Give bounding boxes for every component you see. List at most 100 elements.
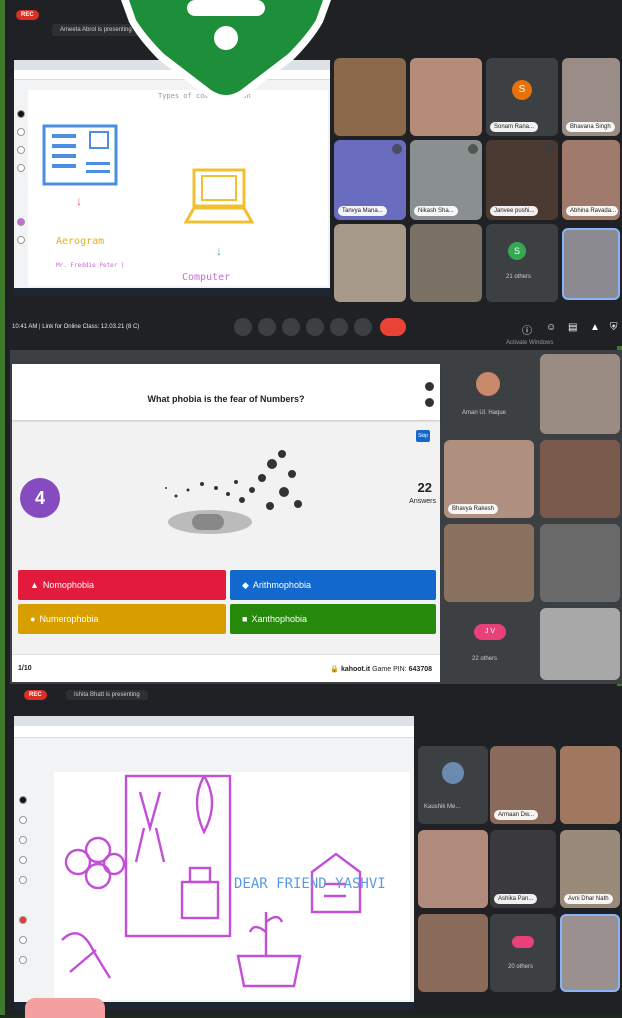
mic-off-icon bbox=[468, 144, 478, 154]
diamond-icon: ◆ bbox=[242, 579, 249, 590]
participant-tile[interactable]: Bhavana Singh bbox=[562, 58, 620, 136]
participant-tile[interactable]: Avni Dhar Nath bbox=[560, 830, 620, 908]
computer-drawing bbox=[184, 168, 254, 224]
text-tool-icon[interactable] bbox=[19, 876, 27, 884]
participant-tile[interactable] bbox=[540, 524, 620, 602]
raise-hand-button[interactable] bbox=[306, 318, 324, 336]
sticker-corner bbox=[25, 998, 105, 1018]
shape-tool-icon[interactable] bbox=[19, 856, 27, 864]
answers-count: 22 bbox=[417, 480, 432, 495]
timer-circle: 4 bbox=[20, 478, 60, 518]
eraser-tool-icon[interactable] bbox=[17, 146, 25, 154]
slide-label-left: Aerogram bbox=[56, 236, 105, 247]
avatar-group bbox=[512, 936, 534, 948]
others-tile[interactable]: 20 others bbox=[490, 914, 556, 992]
skip-button[interactable]: Skip bbox=[416, 430, 430, 442]
collage-frame: REC Ameeta Abrol is presenting Types of … bbox=[0, 0, 622, 1018]
avatar-group: J V bbox=[474, 624, 506, 640]
marker-tool-icon[interactable] bbox=[17, 128, 25, 136]
question-text: What phobia is the fear of Numbers? bbox=[147, 394, 305, 404]
self-view-tile[interactable] bbox=[562, 228, 620, 300]
others-count: 22 others bbox=[472, 656, 498, 662]
color-tool-icon[interactable] bbox=[19, 916, 27, 924]
participant-tile[interactable] bbox=[540, 608, 620, 680]
participant-name: Aman Ul. Haque bbox=[462, 410, 507, 416]
participant-tile[interactable]: Armaan Dw... bbox=[490, 746, 556, 824]
participant-tile[interactable]: Bhavya Rakesh bbox=[444, 440, 534, 518]
participant-tile[interactable] bbox=[418, 914, 488, 992]
answer-option-blue[interactable]: ◆ Arithmophobia bbox=[230, 570, 436, 600]
sound-icon[interactable] bbox=[425, 382, 434, 391]
slide-label-right: Computer bbox=[182, 272, 231, 283]
activities-icon[interactable]: ▲ bbox=[590, 322, 600, 333]
camera-button[interactable] bbox=[258, 318, 276, 336]
others-tile[interactable]: S 21 others bbox=[486, 224, 558, 302]
avatar bbox=[476, 372, 500, 396]
pen-toolbar bbox=[18, 796, 28, 996]
self-view-tile[interactable] bbox=[560, 914, 620, 992]
rec-badge: REC bbox=[24, 690, 47, 700]
participant-tile[interactable] bbox=[410, 58, 482, 136]
answer-option-yellow[interactable]: ● Numerophobia bbox=[18, 604, 226, 634]
others-tile[interactable]: J V 22 others bbox=[444, 608, 534, 680]
square-icon: ■ bbox=[242, 614, 248, 624]
pen-tool-icon[interactable] bbox=[17, 110, 25, 118]
windows-taskbar bbox=[14, 288, 330, 296]
pen-tool-icon[interactable] bbox=[19, 796, 27, 804]
participant-tile[interactable] bbox=[540, 440, 620, 518]
more-options-button[interactable] bbox=[354, 318, 372, 336]
mic-off-icon bbox=[544, 144, 554, 154]
browser-tab-bar bbox=[14, 716, 414, 726]
participant-tile[interactable]: Tanvya Mana... bbox=[334, 140, 406, 220]
kahoot-screen: What phobia is the fear of Numbers? 4 22… bbox=[12, 364, 440, 682]
others-count: 20 others bbox=[508, 964, 534, 970]
participant-tile[interactable]: Kaushik Me... bbox=[418, 746, 488, 824]
host-controls-icon[interactable]: ⛨ bbox=[610, 322, 618, 333]
numbers-image bbox=[165, 450, 302, 534]
participant-tile[interactable] bbox=[410, 224, 482, 302]
participant-tile[interactable] bbox=[444, 524, 534, 602]
redo-tool-icon[interactable] bbox=[19, 956, 27, 964]
eraser-tool-icon[interactable] bbox=[19, 836, 27, 844]
answer-option-green[interactable]: ■ Xanthophobia bbox=[230, 604, 436, 634]
marker-tool-icon[interactable] bbox=[19, 816, 27, 824]
participant-tile[interactable] bbox=[540, 354, 620, 434]
participant-tile[interactable]: Aman Ul. Haque bbox=[444, 354, 534, 434]
arrow-down-left: ↓ bbox=[76, 194, 82, 208]
browser-url-bar bbox=[14, 726, 414, 738]
undo-tool-icon[interactable] bbox=[17, 236, 25, 244]
logo-badge bbox=[121, 0, 331, 104]
others-count: 21 others bbox=[506, 274, 532, 280]
meeting-details: 10:41 AM | Link for Online Class: 12.03.… bbox=[12, 324, 140, 330]
presenting-banner: Ishita Bhatt is presenting bbox=[66, 690, 148, 700]
triangle-icon: ▲ bbox=[30, 580, 39, 590]
participant-tile[interactable] bbox=[418, 830, 488, 908]
participant-tile[interactable] bbox=[560, 746, 620, 824]
question-bar: What phobia is the fear of Numbers? bbox=[12, 364, 440, 420]
participant-tile[interactable]: Ashika Pan... bbox=[490, 830, 556, 908]
participant-tile[interactable]: Abhina Ravada... bbox=[562, 140, 620, 220]
settings-icon[interactable] bbox=[425, 398, 434, 407]
present-button[interactable] bbox=[330, 318, 348, 336]
activate-windows-text: Activate Windows bbox=[506, 340, 554, 346]
shape-tool-icon[interactable] bbox=[17, 164, 25, 172]
participant-tile[interactable]: Janvee pushi... bbox=[486, 140, 558, 220]
participant-tile[interactable]: Nikash Sha... bbox=[410, 140, 482, 220]
participant-tile[interactable] bbox=[334, 224, 406, 302]
circle-icon: ● bbox=[30, 614, 36, 624]
participant-tile[interactable]: S Sonam Rana... bbox=[486, 58, 558, 136]
people-icon[interactable]: ☺ bbox=[546, 322, 556, 333]
kahoot-brand: kahoot.it bbox=[340, 666, 371, 673]
answer-option-red[interactable]: ▲ Nomophobia bbox=[18, 570, 226, 600]
slide-label-left-sub: Mr. Freddie Peter | bbox=[56, 262, 125, 269]
footer-bar: 1/10 🔒 kahoot.it Game PIN: 643708 bbox=[12, 654, 440, 682]
captions-button[interactable] bbox=[282, 318, 300, 336]
leave-call-button[interactable] bbox=[380, 318, 406, 336]
color-tool-icon[interactable] bbox=[17, 218, 25, 226]
mic-button[interactable] bbox=[234, 318, 252, 336]
slide-text: DEAR FRIEND YASHVI bbox=[234, 876, 386, 892]
chat-icon[interactable]: ▤ bbox=[568, 322, 577, 333]
info-icon[interactable]: ⓘ bbox=[522, 322, 532, 337]
participant-tile[interactable] bbox=[334, 58, 406, 136]
undo-tool-icon[interactable] bbox=[19, 936, 27, 944]
